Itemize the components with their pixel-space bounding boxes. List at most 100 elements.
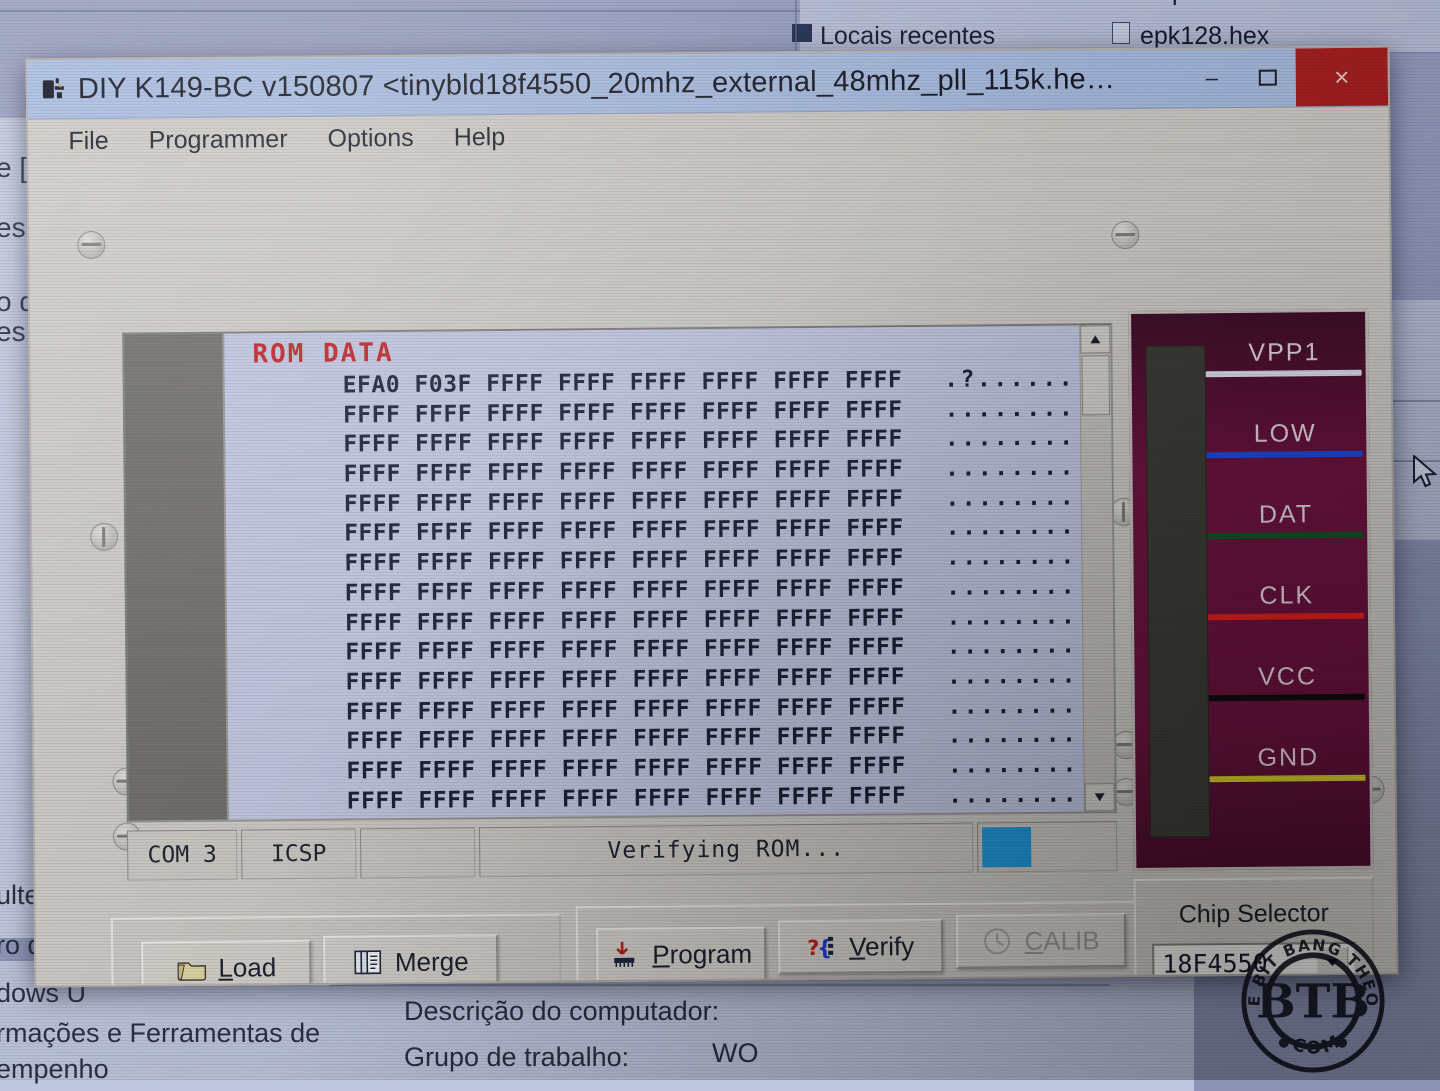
bit-bang-theory-watermark: THE BIT BANG THEORY .COM BTB (1238, 928, 1385, 1073)
hex-row-bytes: FFFF FFFF FFFF FFFF FFFF FFFF FFFF FFFF (345, 693, 906, 726)
hex-scroll-area[interactable]: ROM DATA 0000: EFA0 F03F FFFF FFFF FFFF F… (224, 325, 1115, 820)
rom-data-heading: ROM DATA (252, 338, 394, 370)
programmer-pin-diagram: VPP1 LOW DAT CLK VCC GND (1128, 308, 1374, 871)
program-chip-icon (610, 940, 642, 970)
background-explorer-item-chipdata: chipdata.cid (1140, 0, 1273, 7)
hex-row-ascii: ........ (945, 484, 1077, 512)
pin-label: LOW (1253, 419, 1317, 448)
hex-row-ascii: ........ (946, 573, 1078, 601)
decorative-screw (77, 230, 106, 260)
background-sheet-right (1390, 300, 1440, 540)
file-icon (1112, 22, 1130, 44)
hex-row-bytes: FFFF FFFF FFFF FFFF FFFF FFFF FFFF FFFF (343, 485, 904, 518)
programmer-chip-icon (42, 76, 68, 102)
pin-label: DAT (1258, 500, 1314, 529)
hex-vertical-scrollbar[interactable] (1079, 325, 1115, 812)
open-folder-icon (176, 953, 208, 983)
mouse-cursor-icon (1413, 455, 1438, 488)
background-divider (795, 0, 797, 54)
hex-row-bytes: FFFF FFFF FFFF FFFF FFFF FFFF FFFF FFFF (345, 634, 905, 666)
close-button[interactable]: × (1295, 47, 1389, 107)
background-label-workgroup: Grupo de trabalho: (404, 1042, 630, 1072)
verify-button[interactable]: ? { Verify (777, 918, 944, 975)
action-button-panel: Program ? { Verify CALIB (575, 900, 1163, 988)
pin-label: CLK (1259, 581, 1315, 610)
status-extra (359, 827, 476, 879)
hex-row-ascii: ........ (948, 781, 1080, 809)
pin-label: VPP1 (1248, 338, 1321, 367)
decorative-screw (90, 522, 119, 551)
load-button[interactable]: Load (141, 939, 312, 988)
calibrate-icon (982, 926, 1014, 956)
pin-label: VCC (1258, 662, 1318, 691)
hex-row-ascii: ........ (946, 662, 1078, 690)
progress-fill (981, 826, 1032, 868)
background-explorer-item-desktop: Ambiente de trabalh (820, 0, 1044, 7)
background-divider (330, 984, 1110, 986)
minimize-button[interactable]: – (1184, 56, 1240, 101)
chip-selector-label: Chip Selector (1178, 899, 1330, 929)
pin-gnd: GND (1209, 743, 1366, 783)
pin-wire (1207, 531, 1364, 540)
decorative-screw (1111, 220, 1140, 250)
pin-wire (1207, 612, 1365, 621)
scroll-down-button[interactable] (1084, 783, 1115, 812)
load-button-label: Load (218, 951, 277, 983)
watermark-bottom-text: .COM (1281, 1031, 1343, 1059)
hex-row-ascii: ........ (944, 395, 1076, 423)
pin-vpp1: VPP1 (1205, 338, 1362, 378)
verify-button-label: Verify (848, 930, 915, 962)
window-title: DIY K149-BC v150807 <tinybld18f4550_20mh… (77, 62, 1116, 105)
hex-row-ascii: ........ (944, 454, 1076, 482)
hex-row-bytes: FFFF FFFF FFFF FFFF FFFF FFFF FFFF FFFF (346, 753, 907, 785)
hex-row-bytes: FFFF FFFF FFFF FFFF FFFF FFFF FFFF FFFF (345, 664, 906, 696)
hex-row-bytes: FFFF FFFF FFFF FFFF FFFF FFFF FFFF FFFF (343, 456, 904, 488)
background-divider (1390, 400, 1440, 402)
scroll-up-button[interactable] (1080, 325, 1111, 354)
program-button[interactable]: Program (595, 926, 767, 983)
background-text-fragment: e [ (0, 152, 28, 183)
maximize-button[interactable] (1240, 55, 1296, 100)
background-divider (0, 10, 800, 12)
hex-row-bytes: EFA0 F03F FFFF FFFF FFFF FFFF FFFF FFFF (342, 367, 903, 399)
calib-button: CALIB (955, 913, 1127, 969)
hex-row-ascii: ........ (945, 513, 1077, 542)
background-text-fragment: empenho (0, 1054, 109, 1084)
rom-hex-viewer[interactable]: ROM DATA 0000: EFA0 F03F FFFF FFFF FFFF F… (122, 323, 1117, 823)
background-label-computer-description: Descrição do computador: (404, 996, 720, 1026)
programmer-application-window: DIY K149-BC v150807 <tinybld18f4550_20mh… (25, 45, 1399, 988)
hex-row-bytes: FFFF FFFF FFFF FFFF FFFF FFFF FFFF FFFF (344, 574, 905, 607)
watermark-monogram: BTB (1256, 975, 1370, 1030)
address-gutter (124, 333, 229, 821)
pin-wire (1209, 774, 1366, 783)
merge-button[interactable]: Merge (323, 934, 499, 988)
menu-item-help[interactable]: Help (454, 122, 506, 151)
hex-rows-container: 0000: EFA0 F03F FFFF FFFF FFFF FFFF FFFF … (224, 365, 1115, 819)
hex-row-bytes: FFFF FFFF FFFF FFFF FFFF FFFF FFFF FFFF (344, 604, 905, 637)
hex-row-bytes: FFFF FFFF FFFF FFFF FFFF FFFF FFFF FFFF (343, 426, 903, 458)
hex-row-ascii: ........ (946, 632, 1078, 660)
background-text-fragment: rmações e Ferramentas de (0, 1018, 321, 1048)
progress-bar (976, 821, 1118, 873)
pin-vcc: VCC (1208, 662, 1365, 702)
background-value-workgroup: WO (712, 1038, 759, 1068)
pin-label: GND (1257, 743, 1320, 772)
hex-row-ascii: ........ (947, 692, 1079, 720)
merge-button-label: Merge (394, 945, 469, 977)
menu-item-programmer[interactable]: Programmer (149, 125, 288, 155)
hex-row-ascii: ........ (947, 721, 1079, 749)
menu-item-file[interactable]: File (68, 126, 109, 155)
hex-row-bytes: FFFF FFFF FFFF FFFF FFFF FFFF FFFF FFFF (346, 723, 906, 755)
program-button-label: Program (652, 938, 753, 970)
verify-icon: ? { (807, 932, 839, 962)
menu-item-options[interactable]: Options (327, 123, 413, 153)
status-message: Verifying ROM... (478, 822, 974, 878)
file-button-panel: Load Merge (110, 913, 563, 988)
pin-wire (1206, 450, 1363, 459)
hex-row-ascii: ........ (945, 543, 1077, 571)
hex-row-bytes: FFFF FFFF FFFF FFFF FFFF FFFF FFFF FFFF (342, 396, 903, 429)
pin-clk: CLK (1207, 581, 1365, 621)
background-text-fragment: es (0, 212, 26, 243)
hex-row-ascii: .?...... (944, 365, 1076, 393)
scrollbar-thumb[interactable] (1081, 355, 1111, 416)
